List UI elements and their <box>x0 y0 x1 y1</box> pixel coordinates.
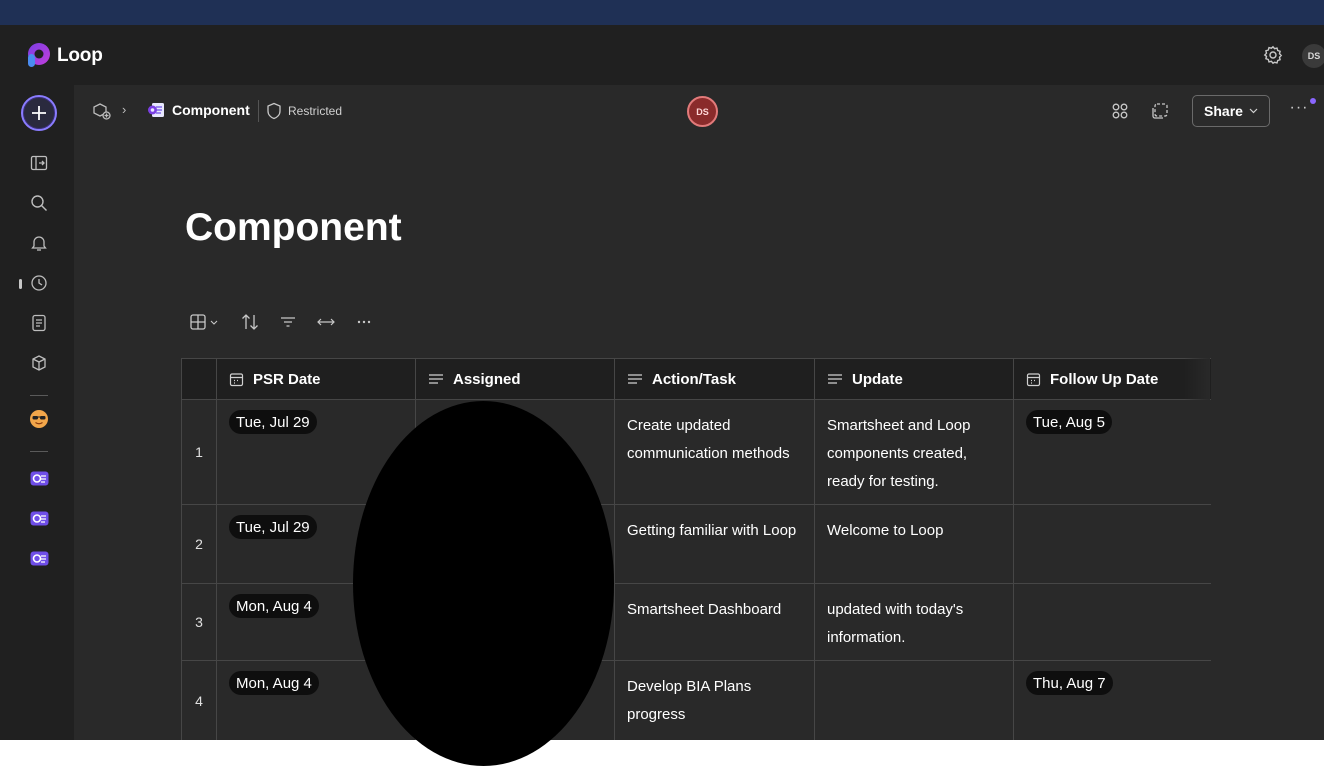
column-header-label: Follow Up Date <box>1050 370 1159 388</box>
selected-indicator <box>19 279 22 289</box>
loop-component-icon[interactable] <box>29 548 49 568</box>
loop-component-icon[interactable] <box>147 102 165 118</box>
filter-icon[interactable] <box>278 312 298 332</box>
column-header-action-task[interactable]: Action/Task <box>615 359 815 399</box>
loop-window: Loop DS › Component Restricted DS Share … <box>0 0 1324 767</box>
table-header-row: PSR Date Assigned Action/Task Update Fol… <box>181 359 1211 400</box>
app-bar: Loop DS <box>0 25 1324 85</box>
column-header-label: PSR Date <box>253 370 321 388</box>
date-pill: Tue, Jul 29 <box>229 410 317 434</box>
notification-dot <box>1310 98 1316 104</box>
gear-icon[interactable] <box>1263 45 1283 65</box>
follow-up-cell[interactable] <box>1014 584 1211 660</box>
row-number[interactable]: 2 <box>181 505 217 583</box>
more-options-button[interactable]: ··· <box>1288 99 1310 123</box>
chevron-down-icon[interactable] <box>209 312 219 332</box>
sort-icon[interactable] <box>240 312 260 332</box>
scroll-fade <box>1184 358 1210 400</box>
loop-component-icon[interactable] <box>29 468 49 488</box>
share-button[interactable]: Share <box>1192 95 1270 127</box>
row-number-header <box>181 359 217 399</box>
bell-icon[interactable] <box>29 233 49 253</box>
workspace-add-icon[interactable] <box>92 101 112 121</box>
column-header-label: Action/Task <box>652 370 736 388</box>
plus-icon <box>32 106 46 120</box>
update-cell[interactable]: updated with today's information. <box>815 584 1014 660</box>
table-row: 2 Tue, Jul 29 Getting familiar with Loop… <box>181 505 1211 584</box>
clock-icon[interactable] <box>29 273 49 293</box>
share-label: Share <box>1204 103 1243 119</box>
cell-text: Create updated communication methods <box>627 417 790 462</box>
table-row: 4 Mon, Aug 4 Develop BIA Plans progress … <box>181 661 1211 740</box>
chevron-right-icon: › <box>122 102 127 117</box>
date-pill: Tue, Aug 5 <box>1026 410 1112 434</box>
chevron-down-icon <box>1249 108 1258 114</box>
cell-text: Getting familiar with Loop <box>627 522 797 539</box>
row-number[interactable]: 4 <box>181 661 217 740</box>
follow-up-cell[interactable]: Thu, Aug 7 <box>1014 661 1211 740</box>
action-cell[interactable]: Create updated communication methods <box>615 400 815 504</box>
table-view-icon[interactable] <box>188 312 208 332</box>
left-rail <box>0 85 74 740</box>
page-canvas: › Component Restricted DS Share ··· Comp… <box>74 85 1324 740</box>
rail-divider <box>30 451 48 452</box>
date-pill: Mon, Aug 4 <box>229 671 319 695</box>
more-icon[interactable] <box>354 312 374 332</box>
cool-emoji-icon[interactable] <box>29 409 49 429</box>
copy-component-icon[interactable] <box>1150 101 1170 121</box>
text-lines-icon <box>828 374 842 384</box>
apps-icon[interactable] <box>1110 101 1130 121</box>
redaction-mask <box>353 401 614 766</box>
rail-divider <box>30 395 48 396</box>
update-cell[interactable] <box>815 661 1014 740</box>
column-width-icon[interactable] <box>316 312 336 332</box>
action-cell[interactable]: Develop BIA Plans progress <box>615 661 815 740</box>
notes-icon[interactable] <box>29 313 49 333</box>
action-cell[interactable]: Smartsheet Dashboard <box>615 584 815 660</box>
sensitivity-label[interactable]: Restricted <box>288 104 342 118</box>
update-cell[interactable]: Smartsheet and Loop components created, … <box>815 400 1014 504</box>
table-row: 3 Mon, Aug 4 Smartsheet Dashboard update… <box>181 584 1211 661</box>
column-header-follow-up-date[interactable]: Follow Up Date <box>1014 359 1211 399</box>
column-header-psr-date[interactable]: PSR Date <box>217 359 416 399</box>
row-number[interactable]: 1 <box>181 400 217 504</box>
data-table: PSR Date Assigned Action/Task Update Fol… <box>181 358 1211 740</box>
shield-icon <box>267 102 281 120</box>
text-lines-icon <box>628 374 642 384</box>
loop-component-icon[interactable] <box>29 508 49 528</box>
follow-up-cell[interactable] <box>1014 505 1211 583</box>
column-header-assigned[interactable]: Assigned <box>416 359 615 399</box>
breadcrumb-title[interactable]: Component <box>172 102 250 118</box>
app-name: Loop <box>57 45 103 66</box>
calendar-icon <box>229 372 244 386</box>
cell-text: Smartsheet Dashboard <box>627 601 782 618</box>
text-lines-icon <box>429 374 443 384</box>
workspaces-icon[interactable] <box>29 353 49 373</box>
date-pill: Tue, Jul 29 <box>229 515 317 539</box>
cell-text: Welcome to Loop <box>827 522 944 539</box>
column-header-update[interactable]: Update <box>815 359 1014 399</box>
cell-text: Develop BIA Plans progress <box>627 678 752 723</box>
calendar-icon <box>1026 372 1041 386</box>
update-cell[interactable]: Welcome to Loop <box>815 505 1014 583</box>
follow-up-cell[interactable]: Tue, Aug 5 <box>1014 400 1211 504</box>
search-icon[interactable] <box>29 193 49 213</box>
title-stripe <box>0 0 1324 25</box>
cell-text: Smartsheet and Loop components created, … <box>827 417 971 490</box>
breadcrumb-divider <box>258 100 259 122</box>
cell-text: updated with today's information. <box>827 601 964 646</box>
new-button[interactable] <box>21 95 57 131</box>
loop-logo-icon[interactable] <box>25 42 51 68</box>
action-cell[interactable]: Getting familiar with Loop <box>615 505 815 583</box>
open-panel-icon[interactable] <box>29 153 49 173</box>
user-avatar[interactable]: DS <box>1302 44 1324 68</box>
column-header-label: Update <box>852 370 903 388</box>
presence-avatar[interactable]: DS <box>687 96 718 127</box>
date-pill: Mon, Aug 4 <box>229 594 319 618</box>
column-header-label: Assigned <box>453 370 521 388</box>
table-row: 1 Tue, Jul 29 Create updated communicati… <box>181 400 1211 505</box>
page-title[interactable]: Component <box>185 206 402 250</box>
date-pill: Thu, Aug 7 <box>1026 671 1113 695</box>
row-number[interactable]: 3 <box>181 584 217 660</box>
